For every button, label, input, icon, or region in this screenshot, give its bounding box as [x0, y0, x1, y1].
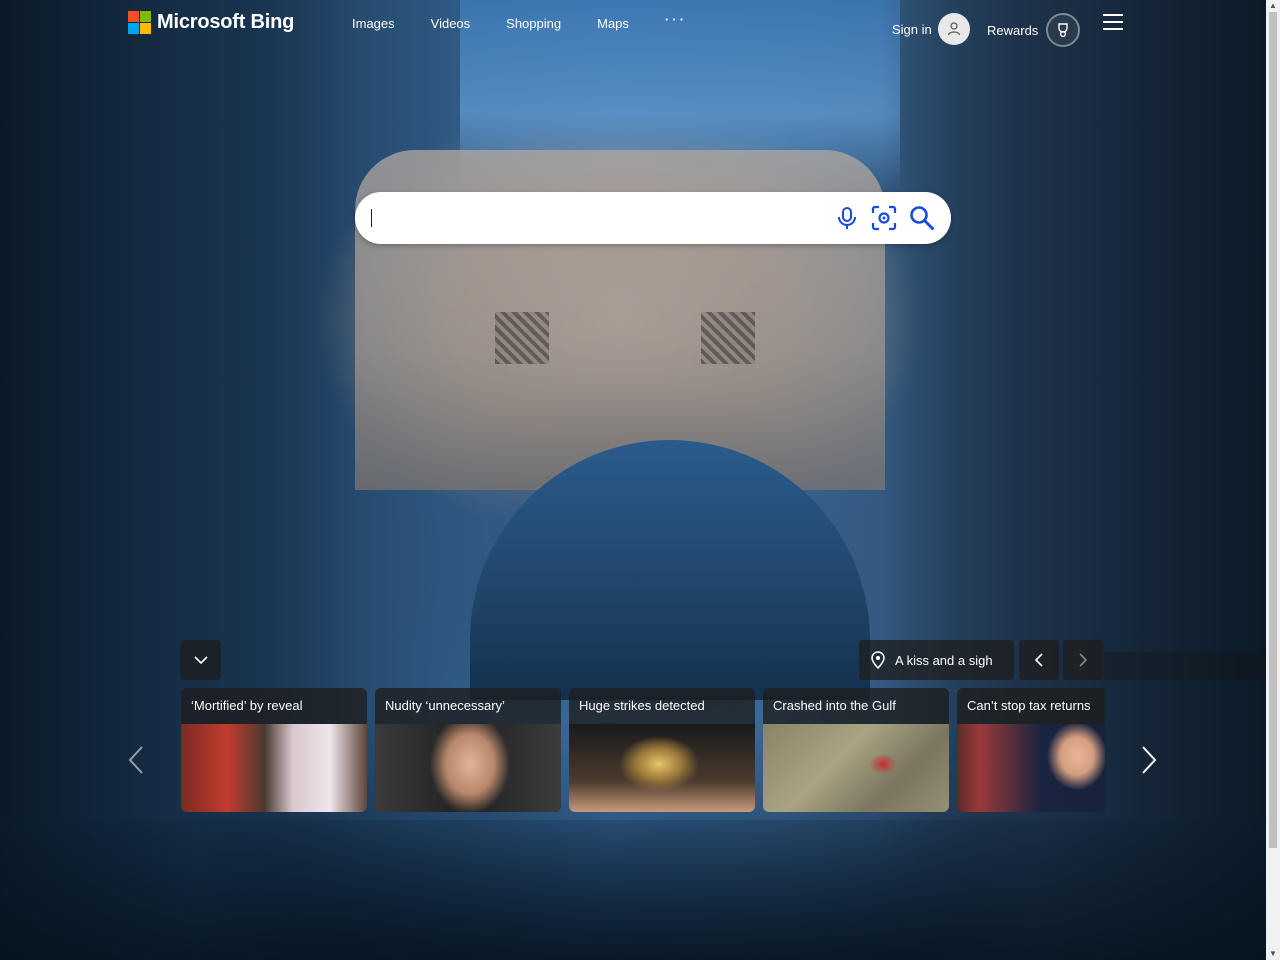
sign-in-button[interactable]: Sign in — [892, 13, 970, 45]
background-right-building — [880, 0, 1266, 960]
logo-text: Microsoft Bing — [157, 11, 295, 33]
news-carousel: ‘Mortified’ by reveal Nudity ‘unnecessar… — [181, 688, 1105, 812]
background-canal — [0, 820, 1266, 960]
microphone-icon[interactable] — [833, 204, 861, 232]
news-card[interactable]: Crashed into the Gulf — [763, 688, 949, 812]
carousel-prev-button[interactable] — [121, 740, 151, 780]
chevron-left-icon — [128, 746, 143, 774]
news-thumbnail — [763, 724, 949, 812]
search-icon[interactable] — [908, 204, 936, 232]
scrollbar-thumb[interactable] — [1269, 12, 1277, 848]
trophy-icon — [1046, 13, 1081, 47]
bing-logo[interactable]: Microsoft Bing — [128, 11, 294, 34]
location-pin-icon — [871, 651, 885, 669]
news-card[interactable]: Nudity ‘unnecessary’ — [375, 688, 561, 812]
bridge-window — [701, 312, 755, 364]
news-card-title: Nudity ‘unnecessary’ — [385, 698, 505, 713]
image-info-button[interactable]: A kiss and a sigh — [859, 640, 1014, 680]
chevron-right-icon — [1142, 746, 1157, 774]
info-strip — [1104, 652, 1266, 680]
nav-more[interactable]: ··· — [665, 12, 687, 31]
search-box — [355, 192, 951, 244]
user-icon — [947, 22, 960, 36]
news-card-title: Crashed into the Gulf — [773, 698, 896, 713]
page-scrollbar[interactable]: ▲ ▼ — [1266, 0, 1280, 960]
news-card-title: ‘Mortified’ by reveal — [191, 698, 303, 713]
avatar — [937, 13, 970, 45]
news-thumbnail — [957, 724, 1105, 812]
carousel-next-button[interactable] — [1134, 740, 1164, 780]
previous-image-button[interactable] — [1019, 640, 1059, 680]
news-thumbnail — [375, 724, 561, 812]
chevron-down-icon — [193, 656, 208, 665]
news-thumbnail — [569, 724, 755, 812]
bridge-window — [495, 312, 549, 364]
image-location-label: A kiss and a sigh — [895, 652, 993, 668]
nav-shopping[interactable]: Shopping — [506, 16, 561, 31]
news-card[interactable]: Huge strikes detected — [569, 688, 755, 812]
news-card-title: Can’t stop tax returns — [967, 698, 1091, 713]
scroll-up-arrow-icon[interactable]: ▲ — [1266, 0, 1280, 12]
nav-maps[interactable]: Maps — [597, 16, 629, 31]
next-image-button[interactable] — [1063, 640, 1103, 680]
nav-images[interactable]: Images — [352, 16, 395, 31]
news-card-title: Huge strikes detected — [579, 698, 705, 713]
rewards-button[interactable]: Rewards — [987, 13, 1081, 47]
chevron-left-icon — [1034, 653, 1043, 667]
microsoft-logo-icon — [128, 11, 151, 34]
rewards-label: Rewards — [987, 22, 1039, 38]
hamburger-menu-icon[interactable] — [1103, 14, 1123, 30]
visual-search-icon[interactable] — [870, 204, 898, 232]
news-thumbnail — [181, 724, 367, 812]
top-nav: Images Videos Shopping Maps ··· — [352, 12, 723, 31]
nav-videos[interactable]: Videos — [431, 16, 471, 31]
sign-in-label: Sign in — [892, 21, 932, 37]
news-card[interactable]: ‘Mortified’ by reveal — [181, 688, 367, 812]
chevron-right-icon — [1079, 653, 1088, 667]
news-card[interactable]: Can’t stop tax returns — [957, 688, 1105, 812]
text-caret — [371, 209, 372, 227]
search-input[interactable] — [371, 202, 815, 236]
scroll-down-arrow-icon[interactable]: ▼ — [1266, 948, 1280, 960]
collapse-feed-button[interactable] — [180, 640, 221, 680]
background-left-building — [0, 0, 360, 960]
